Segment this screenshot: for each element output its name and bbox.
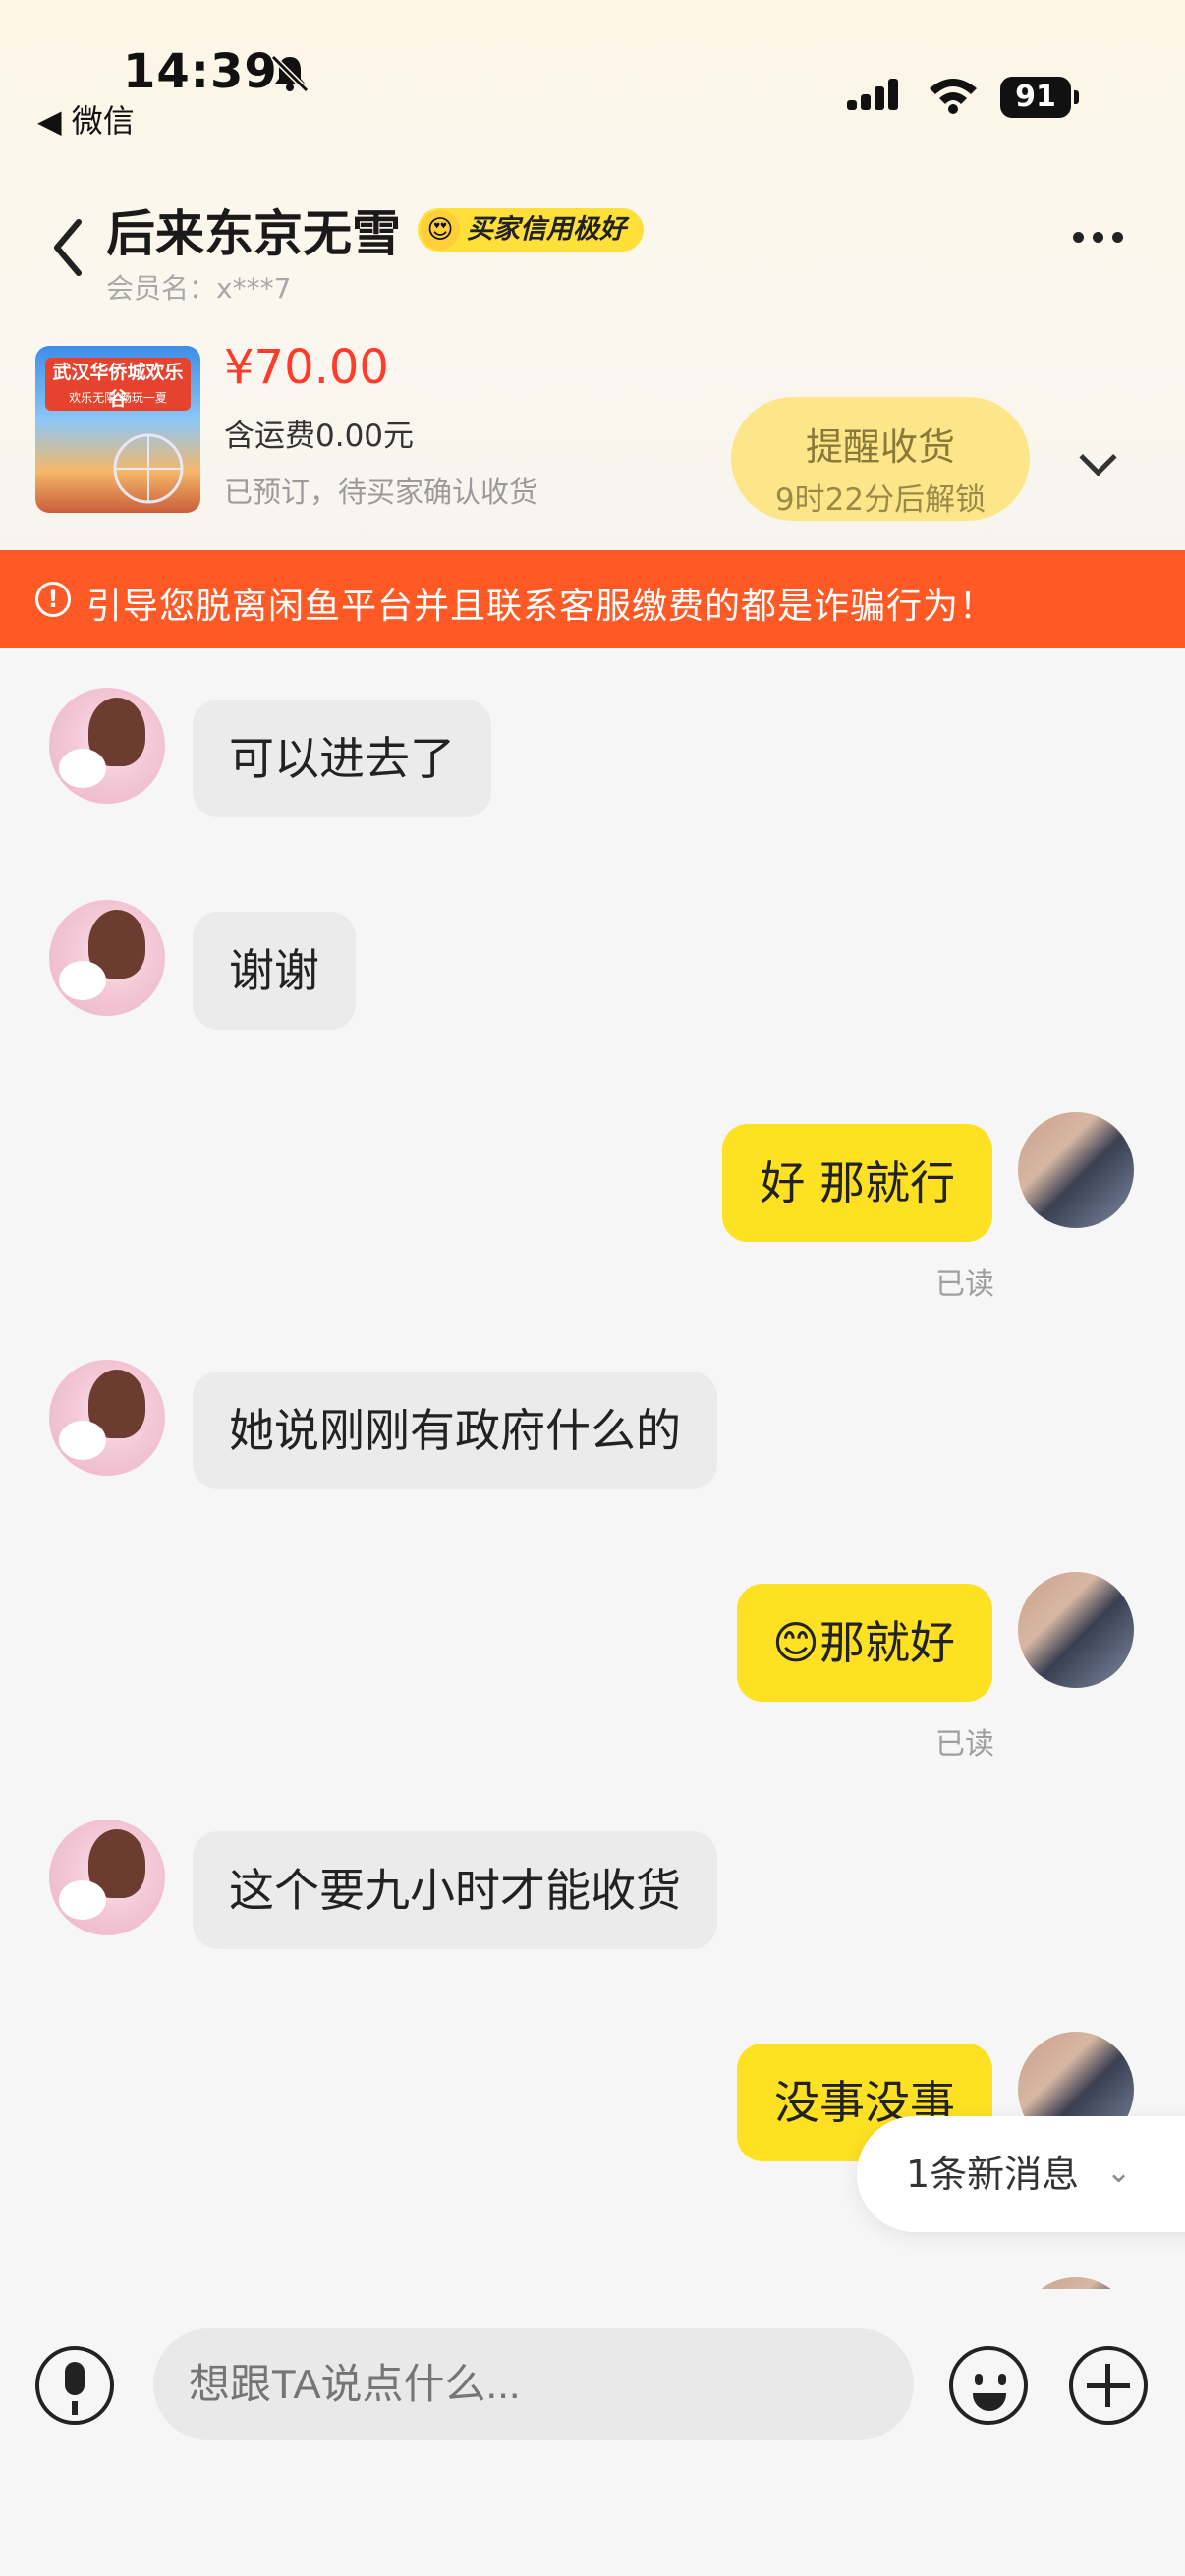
- smiley-face-icon-eye: [998, 2374, 1006, 2385]
- remind-label: 提醒收货: [805, 425, 955, 469]
- signal-icon: [847, 79, 898, 110]
- back-arrow-icon[interactable]: [51, 218, 83, 277]
- fraud-warning-banner: ! 引导您脱离闲鱼平台并且联系客服缴费的都是诈骗行为！: [0, 550, 1185, 648]
- back-to-wechat-link[interactable]: ◀ 微信: [37, 96, 135, 141]
- warning-text: 引导您脱离闲鱼平台并且联系客服缴费的都是诈骗行为！: [86, 587, 996, 627]
- message-bubble[interactable]: 😊那就好: [737, 1584, 992, 1702]
- message-bubble[interactable]: 谢谢: [193, 912, 356, 1030]
- product-price: ¥70.00: [224, 340, 389, 395]
- bell-muted-icon: [270, 54, 310, 93]
- message-bubble[interactable]: 好 那就行: [722, 1124, 992, 1242]
- battery-indicator: 91: [1000, 77, 1079, 118]
- smiley-face-icon: [975, 2374, 983, 2385]
- product-image-subtitle: 欢乐无限 畅玩一夏: [69, 391, 167, 405]
- message-text: 那就好: [819, 1616, 955, 1669]
- remind-countdown: 9时22分后解锁: [774, 482, 987, 518]
- status-time: 14:39: [123, 44, 278, 99]
- microphone-stand: [72, 2401, 78, 2415]
- partner-avatar[interactable]: [49, 900, 165, 1016]
- plus-icon-vertical: [1105, 2364, 1110, 2407]
- smile-emoji-icon: 😊: [772, 1616, 819, 1669]
- double-chevron-down-icon: ⌄: [1106, 2156, 1132, 2190]
- product-thumbnail[interactable]: 武汉华侨城欢乐谷 欢乐无限 畅玩一夏: [35, 346, 200, 513]
- emoji-button[interactable]: [949, 2346, 1028, 2425]
- wifi-icon: [930, 79, 977, 114]
- warning-icon: !: [35, 582, 71, 617]
- read-receipt: 已读: [935, 1267, 994, 1302]
- microphone-icon: [65, 2362, 85, 2395]
- my-avatar[interactable]: [1018, 1112, 1134, 1228]
- partner-avatar[interactable]: [49, 1360, 165, 1476]
- message-input[interactable]: [153, 2328, 914, 2440]
- member-id: 会员名：x***7: [106, 272, 292, 305]
- message-bubble[interactable]: 这个要九小时才能收货: [193, 1831, 717, 1949]
- more-options-icon[interactable]: [1073, 228, 1132, 247]
- new-message-pill[interactable]: 1条新消息: [857, 2116, 1185, 2232]
- order-status: 已预订，待买家确认收货: [224, 476, 538, 509]
- chat-partner-name: 后来东京无雪: [106, 205, 401, 262]
- partner-avatar[interactable]: [49, 1820, 165, 1935]
- read-receipt: 已读: [935, 1727, 994, 1762]
- my-avatar[interactable]: [1018, 1572, 1134, 1688]
- ferris-wheel-icon: [113, 433, 184, 504]
- message-bubble[interactable]: 可以进去了: [193, 700, 491, 817]
- remind-receipt-button[interactable]: 提醒收货 9时22分后解锁: [731, 397, 1030, 521]
- shipping-fee: 含运费0.00元: [224, 419, 415, 454]
- message-bubble[interactable]: 她说刚刚有政府什么的: [193, 1372, 717, 1489]
- heart-eyes-emoji-icon: 😍: [421, 210, 460, 250]
- partner-avatar[interactable]: [49, 688, 165, 804]
